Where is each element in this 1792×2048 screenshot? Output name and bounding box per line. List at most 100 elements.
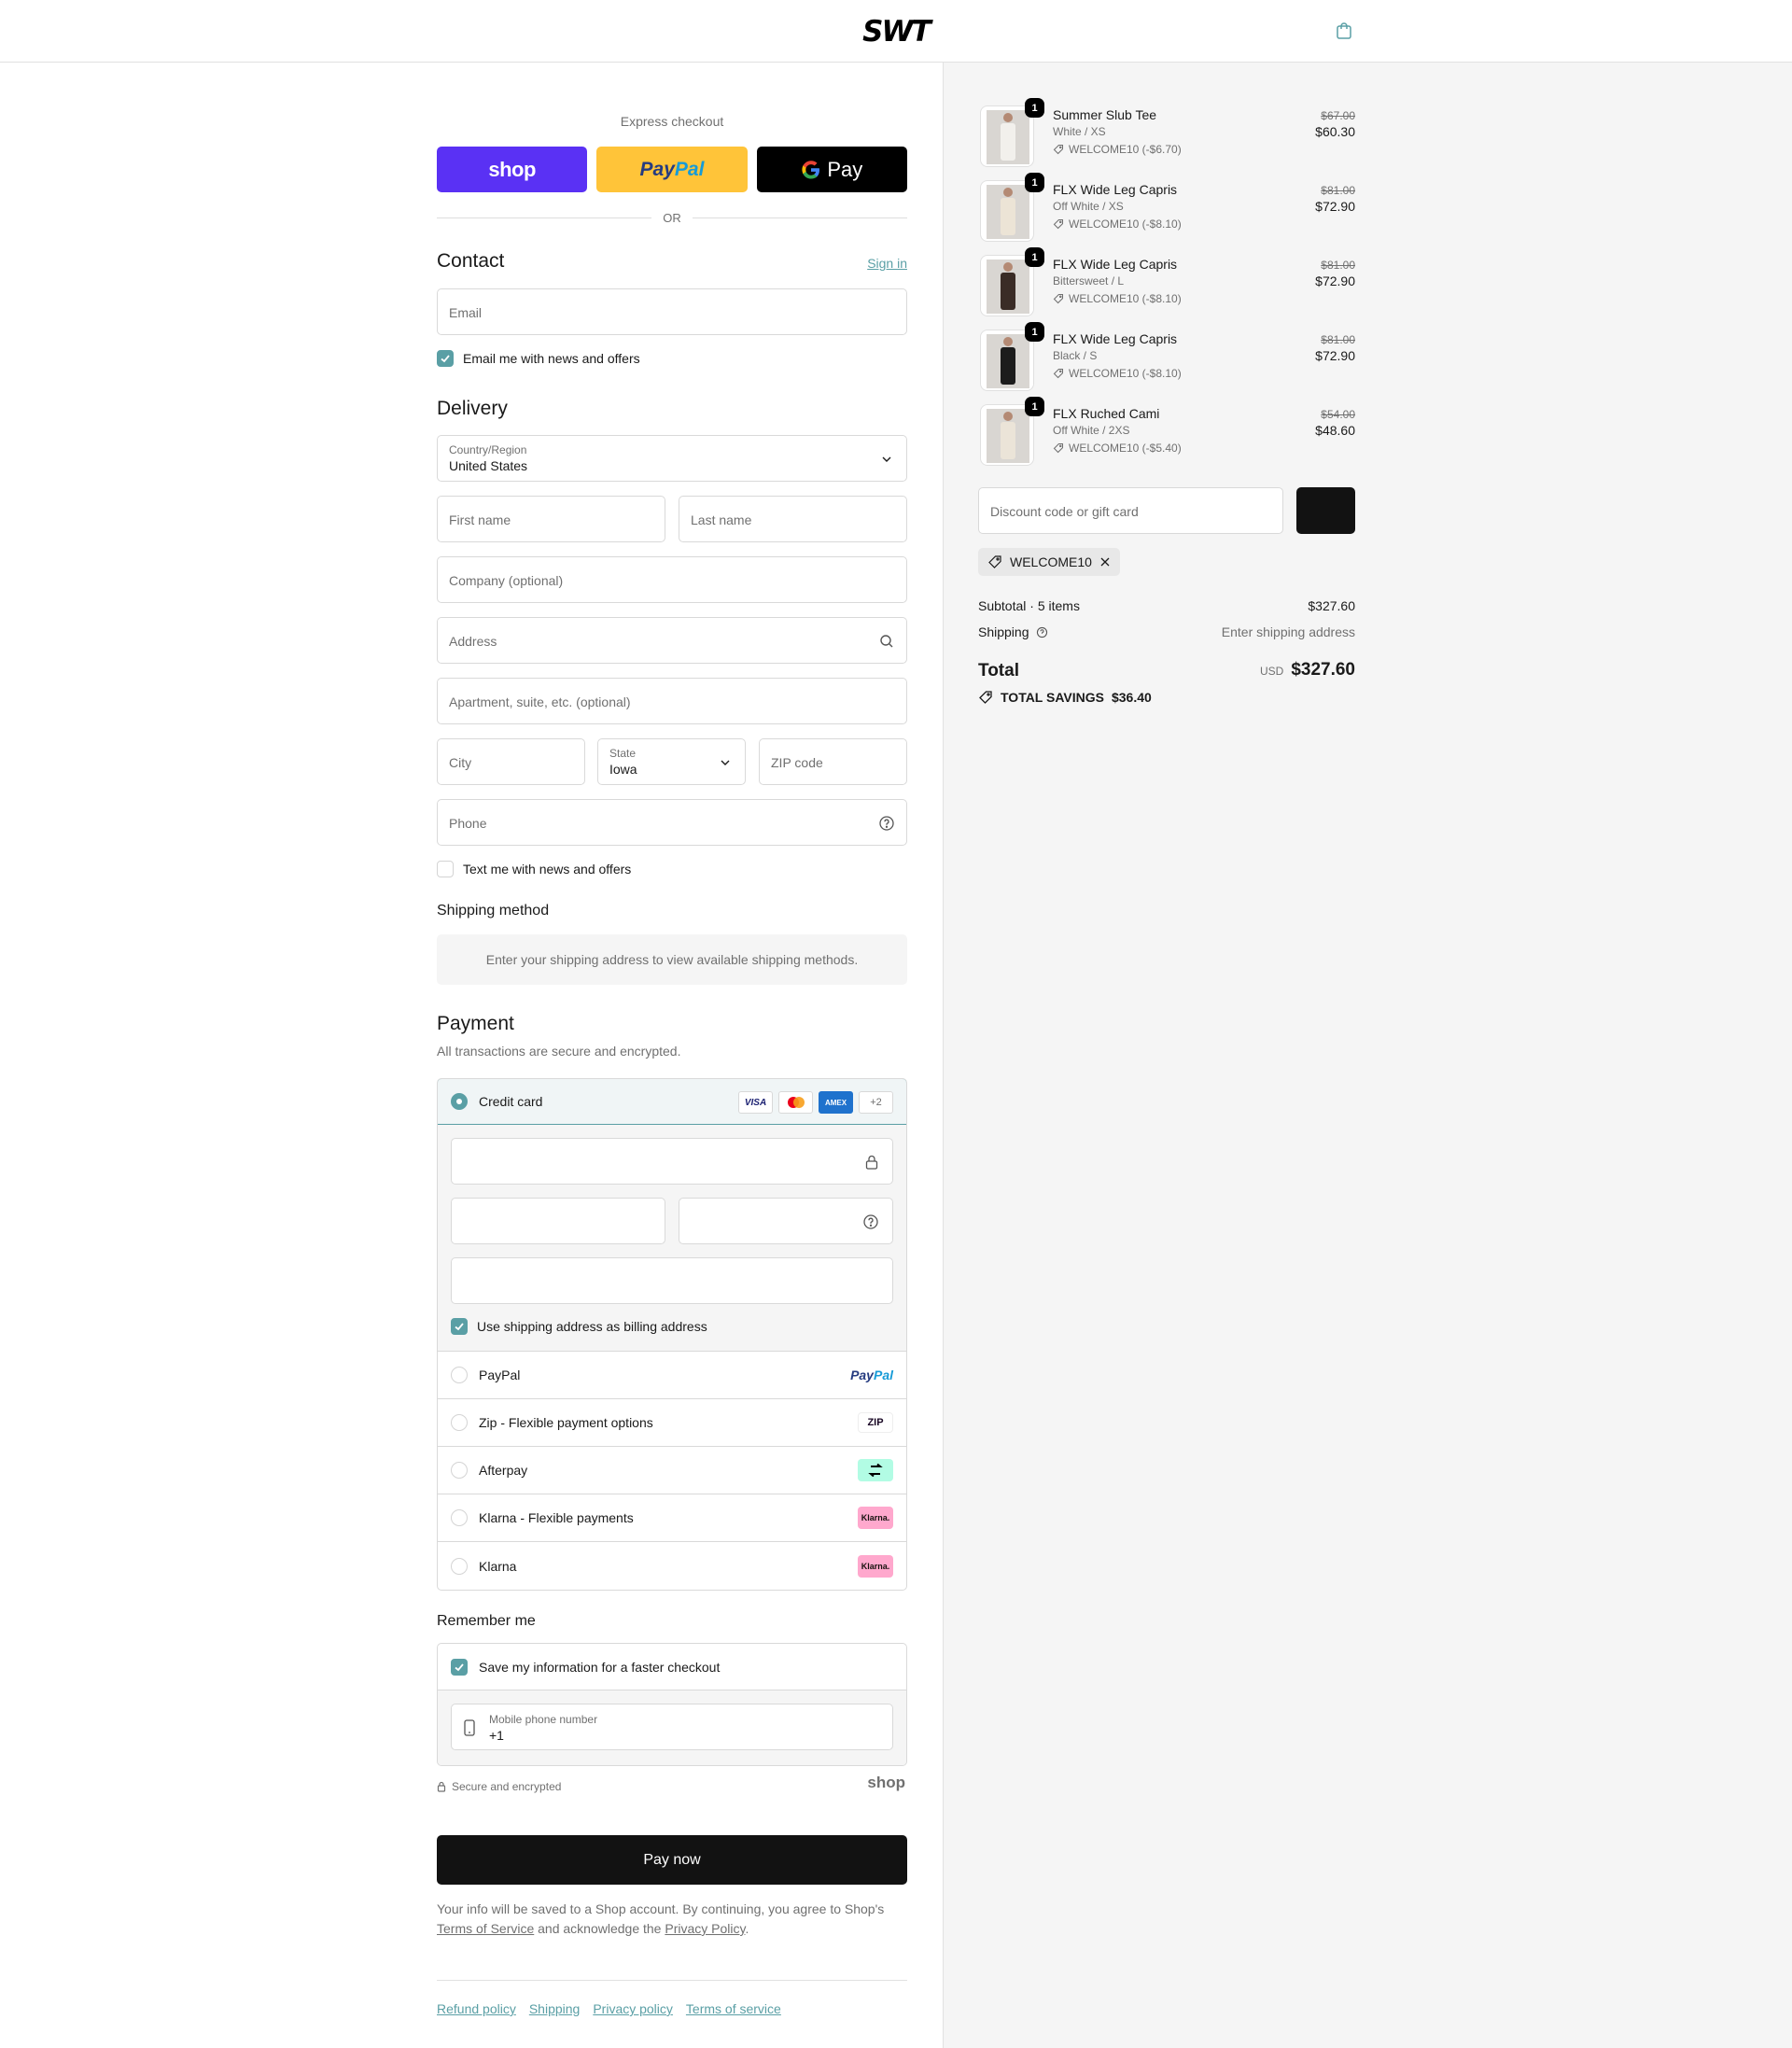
total-savings: TOTAL SAVINGS $36.40 [978, 690, 1152, 705]
apply-discount-button[interactable] [1296, 487, 1355, 534]
save-info-checkbox[interactable] [451, 1658, 468, 1676]
savings-value: $36.40 [1111, 690, 1152, 705]
chevron-down-icon [882, 456, 891, 462]
help-circle-icon[interactable] [878, 815, 895, 832]
payment-option-paypal[interactable]: PayPal PayPal [438, 1352, 906, 1399]
product-price: $60.30 [1315, 124, 1355, 139]
product-price: $72.90 [1315, 348, 1355, 363]
mobile-phone-field[interactable]: Mobile phone number +1 [451, 1704, 893, 1750]
shop-pay-button[interactable]: shop [437, 147, 588, 192]
chevron-down-icon [721, 760, 730, 765]
google-pay-label: Pay [827, 157, 863, 181]
payment-option-afterpay[interactable]: Afterpay [438, 1447, 906, 1494]
pay-now-button[interactable]: Pay now [437, 1835, 907, 1885]
klarna-flex-radio[interactable] [451, 1509, 468, 1526]
discount-code-field[interactable]: Discount code or gift card [978, 487, 1283, 534]
sms-checkbox[interactable] [437, 861, 454, 877]
newsletter-row[interactable]: Email me with news and offers [437, 349, 640, 368]
address-field[interactable]: Address [437, 617, 907, 664]
last-name-field[interactable]: Last name [679, 496, 907, 542]
payment-option-klarna-flex[interactable]: Klarna - Flexible payments Klarna. [438, 1494, 906, 1542]
newsletter-label: Email me with news and offers [463, 351, 640, 366]
mobile-phone-value: +1 [489, 1728, 504, 1743]
afterpay-radio[interactable] [451, 1462, 468, 1479]
klarna-radio[interactable] [451, 1557, 468, 1575]
state-select[interactable]: State Iowa [597, 738, 746, 785]
country-select[interactable]: Country/Region United States [437, 435, 907, 482]
footer-link-terms[interactable]: Terms of service [686, 2001, 781, 2016]
credit-card-option[interactable]: Credit card VISA AMEX +2 [438, 1079, 906, 1125]
phone-field[interactable]: Phone [437, 799, 907, 846]
first-name-field[interactable]: First name [437, 496, 665, 542]
shipping-value: Enter shipping address [1221, 624, 1355, 639]
product-original-price: $81.00 [1321, 259, 1355, 272]
shipping-method-notice: Enter your shipping address to view avai… [437, 934, 907, 985]
payment-option-klarna[interactable]: Klarna Klarna. [438, 1542, 906, 1590]
credit-card-radio[interactable] [451, 1093, 468, 1110]
footer-link-shipping[interactable]: Shipping [529, 2001, 581, 2016]
save-info-row[interactable]: Save my information for a faster checkou… [438, 1644, 906, 1690]
secure-notice: Secure and encrypted [437, 1780, 561, 1793]
apartment-field[interactable]: Apartment, suite, etc. (optional) [437, 678, 907, 724]
billing-same-row[interactable]: Use shipping address as billing address [451, 1317, 707, 1336]
newsletter-checkbox[interactable] [437, 350, 454, 367]
billing-same-label: Use shipping address as billing address [477, 1319, 707, 1334]
product-original-price: $67.00 [1321, 109, 1355, 122]
payment-title: Payment [437, 1013, 514, 1034]
payment-option-zip[interactable]: Zip - Flexible payment options ZIP [438, 1399, 906, 1447]
tag-icon [1053, 442, 1064, 454]
paypal-radio[interactable] [451, 1367, 468, 1383]
email-field[interactable]: Email [437, 288, 907, 335]
zip-radio[interactable] [451, 1414, 468, 1431]
quantity-badge: 1 [1025, 397, 1044, 416]
security-code-field[interactable] [679, 1198, 893, 1244]
header: SWT [0, 0, 1792, 63]
product-image [987, 260, 1029, 314]
privacy-policy-link[interactable]: Privacy Policy [665, 1921, 745, 1936]
expiry-field[interactable] [451, 1198, 665, 1244]
legal-text-a: Your info will be saved to a Shop accoun… [437, 1901, 885, 1916]
company-field[interactable]: Company (optional) [437, 556, 907, 603]
card-number-field[interactable] [451, 1138, 893, 1185]
first-name-placeholder: First name [449, 512, 511, 527]
paypal-button[interactable]: Pay Pal [596, 147, 748, 192]
shopping-bag-icon[interactable] [1334, 21, 1354, 41]
product-discount: WELCOME10 (-$6.70) [1053, 143, 1182, 156]
express-buttons: shop Pay Pal Pay [437, 147, 907, 192]
payment-option-label: Klarna [479, 1558, 517, 1574]
footer-link-refund[interactable]: Refund policy [437, 2001, 516, 2016]
help-circle-icon[interactable] [862, 1213, 879, 1230]
terms-of-service-link[interactable]: Terms of Service [437, 1921, 534, 1936]
google-g-icon [802, 160, 820, 178]
zip-field[interactable]: ZIP code [759, 738, 907, 785]
applied-discount-code: WELCOME10 [1010, 554, 1092, 569]
cart-item: 1 Summer Slub Tee White / XS WELCOME10 (-$6… [978, 98, 1355, 167]
tag-icon [988, 555, 1001, 568]
remember-me-box: Save my information for a faster checkou… [437, 1643, 907, 1766]
product-name: Summer Slub Tee [1053, 107, 1157, 122]
product-name: FLX Wide Leg Capris [1053, 331, 1178, 346]
city-field[interactable]: City [437, 738, 585, 785]
savings-label: TOTAL SAVINGS [1001, 690, 1104, 705]
google-pay-button[interactable]: Pay [756, 147, 907, 192]
product-image [987, 185, 1029, 239]
footer-link-privacy[interactable]: Privacy policy [593, 2001, 673, 2016]
product-variant: Off White / 2XS [1053, 424, 1130, 437]
product-image [987, 409, 1029, 463]
help-circle-icon[interactable] [1036, 626, 1048, 638]
sms-row[interactable]: Text me with news and offers [437, 860, 631, 878]
product-discount: WELCOME10 (-$8.10) [1053, 292, 1182, 305]
close-icon[interactable] [1099, 556, 1111, 568]
shipping-row: Shipping Enter shipping address [978, 624, 1355, 639]
billing-same-checkbox[interactable] [451, 1318, 468, 1335]
remember-phone-area: Mobile phone number +1 [438, 1690, 906, 1765]
product-original-price: $81.00 [1321, 184, 1355, 197]
product-discount: WELCOME10 (-$5.40) [1053, 442, 1182, 455]
or-label: OR [663, 210, 681, 225]
name-on-card-field[interactable] [451, 1257, 893, 1304]
sign-in-link[interactable]: Sign in [867, 256, 907, 271]
mobile-phone-label: Mobile phone number [489, 1713, 598, 1726]
quantity-badge: 1 [1025, 98, 1044, 118]
brand-logo[interactable]: SWT [838, 17, 954, 45]
divider-line [437, 217, 652, 218]
